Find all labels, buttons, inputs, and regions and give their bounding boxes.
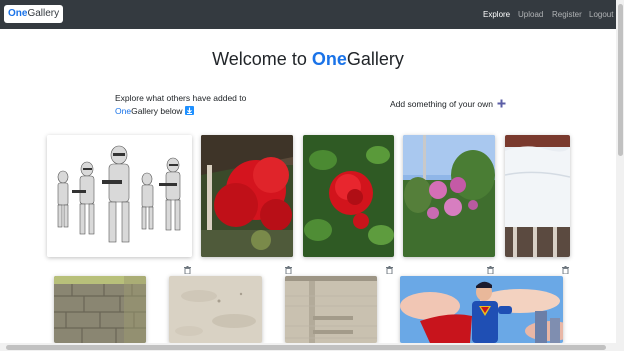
- brand-logo[interactable]: OneGallery: [4, 5, 64, 23]
- gallery-card-pink-flowers[interactable]: [403, 135, 495, 257]
- red-rose-image: [303, 135, 394, 257]
- explore-description: Explore what others have added to OneGal…: [115, 92, 265, 118]
- title-brand-gallery: Gallery: [346, 49, 404, 69]
- gallery-card-sand[interactable]: [169, 276, 262, 343]
- download-icon[interactable]: [184, 106, 194, 115]
- nav-explore-link[interactable]: Explore: [483, 9, 510, 21]
- gallery-card-pipes[interactable]: [285, 276, 377, 343]
- page-title: Welcome to OneGallery: [0, 48, 616, 70]
- troopers-image: [47, 135, 192, 257]
- gallery-card-troopers[interactable]: [47, 135, 192, 257]
- trash-icon[interactable]: [184, 261, 191, 275]
- superman-image: [400, 276, 563, 343]
- trash-icon[interactable]: [386, 261, 393, 275]
- title-prefix: Welcome to: [212, 49, 312, 69]
- gallery-card-red-rose[interactable]: [303, 135, 394, 257]
- snow-image: [505, 135, 570, 257]
- nav-logout-link[interactable]: Logout: [589, 9, 613, 21]
- pink-flowers-image: [403, 135, 495, 257]
- stone-wall-image: [54, 276, 146, 343]
- trash-icon[interactable]: [562, 261, 569, 275]
- brand-gallery: Gallery: [27, 8, 60, 19]
- gallery-card-red-maple[interactable]: [201, 135, 293, 257]
- title-brand-one: One: [311, 49, 347, 69]
- add-own-link[interactable]: Add something of your own: [390, 98, 506, 110]
- nav-upload-link[interactable]: Upload: [518, 9, 543, 21]
- pipes-image: [285, 276, 377, 343]
- vertical-scrollbar-thumb[interactable]: [618, 4, 623, 156]
- trash-icon[interactable]: [285, 261, 292, 275]
- plus-icon[interactable]: [497, 99, 506, 108]
- explore-brand-one: One: [115, 106, 132, 116]
- add-own-label: Add something of your own: [390, 99, 494, 109]
- gallery-card-snow[interactable]: [505, 135, 570, 257]
- explore-line1: Explore what others have added to: [115, 93, 247, 103]
- red-maple-image: [201, 135, 293, 257]
- nav-register-link[interactable]: Register: [552, 9, 582, 21]
- explore-line2: OneGallery below: [115, 105, 265, 118]
- gallery-card-superman[interactable]: [400, 276, 563, 343]
- explore-brand-gallery: Gallery below: [131, 106, 183, 116]
- brand-one: One: [8, 8, 28, 19]
- sand-image: [169, 276, 262, 343]
- trash-icon[interactable]: [487, 261, 494, 275]
- gallery-card-stone-wall[interactable]: [54, 276, 146, 343]
- horizontal-scrollbar-thumb[interactable]: [6, 345, 606, 350]
- top-navbar: OneGallery Explore Upload Register Logou…: [0, 0, 624, 29]
